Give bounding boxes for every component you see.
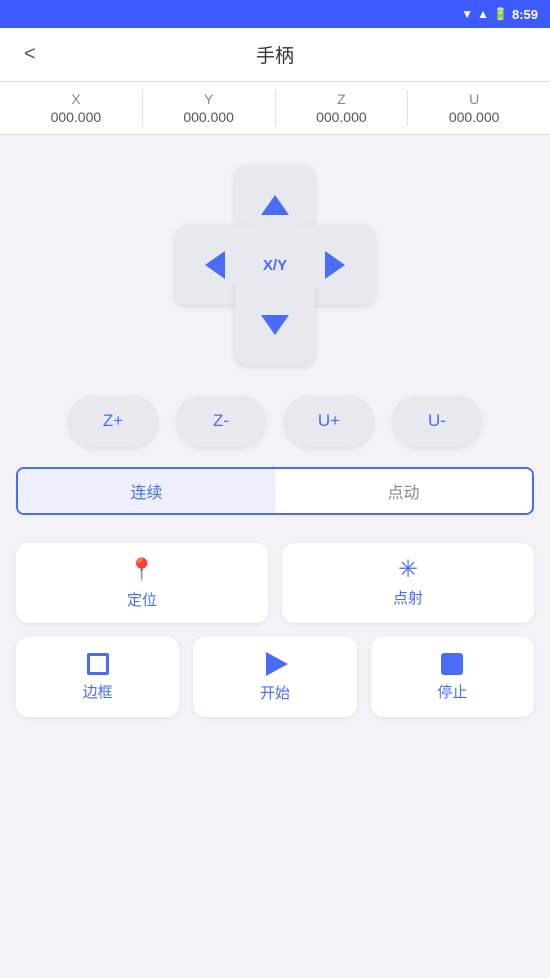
- locate-button[interactable]: 📍 定位: [16, 543, 268, 623]
- continuous-mode-button[interactable]: 连续: [18, 469, 275, 513]
- up-arrow-icon: [261, 195, 289, 215]
- battery-icon: 🔋: [493, 7, 508, 21]
- dpad-center-button[interactable]: X/Y: [235, 225, 315, 305]
- border-button[interactable]: 边框: [16, 637, 179, 717]
- down-arrow-icon: [261, 315, 289, 335]
- status-bar: ▼ ▲ 🔋 8:59: [0, 0, 550, 28]
- coord-u: U 000.000: [408, 91, 540, 125]
- action-section: 📍 定位 点射 边框 开始 停止: [0, 515, 550, 733]
- right-arrow-icon: [325, 251, 345, 279]
- coords-bar: X 000.000 Y 000.000 Z 000.000 U 000.000: [0, 82, 550, 135]
- wifi-icon: ▼: [461, 7, 473, 21]
- dpad-section: X/Y: [0, 135, 550, 385]
- shoot-button[interactable]: 点射: [282, 543, 534, 623]
- stop-button[interactable]: 停止: [371, 637, 534, 717]
- coord-x-value: 000.000: [51, 109, 102, 125]
- coord-z-value: 000.000: [316, 109, 367, 125]
- location-icon: 📍: [128, 557, 155, 583]
- left-arrow-icon: [205, 251, 225, 279]
- shoot-label: 点射: [393, 587, 423, 608]
- coord-z: Z 000.000: [276, 91, 408, 125]
- shoot-icon: [397, 559, 419, 581]
- action-row-1: 📍 定位 点射: [16, 543, 534, 623]
- coord-x-label: X: [71, 91, 80, 107]
- z-minus-button[interactable]: Z-: [176, 395, 266, 447]
- dpad-center-label: X/Y: [263, 257, 287, 274]
- stop-label: 停止: [437, 681, 467, 702]
- coord-z-label: Z: [337, 91, 346, 107]
- coord-u-value: 000.000: [449, 109, 500, 125]
- jog-mode-button[interactable]: 点动: [275, 469, 532, 513]
- back-button[interactable]: <: [16, 39, 44, 70]
- header: < 手柄: [0, 28, 550, 82]
- u-plus-button[interactable]: U+: [284, 395, 374, 447]
- coord-y-value: 000.000: [183, 109, 234, 125]
- coord-y-label: Y: [204, 91, 213, 107]
- action-row-2: 边框 开始 停止: [16, 637, 534, 717]
- dpad: X/Y: [175, 165, 375, 365]
- border-label: 边框: [83, 681, 113, 702]
- start-label: 开始: [260, 682, 290, 703]
- status-time: 8:59: [512, 7, 538, 22]
- locate-label: 定位: [127, 589, 157, 610]
- control-buttons: Z+ Z- U+ U-: [0, 385, 550, 467]
- coord-y: Y 000.000: [143, 91, 275, 125]
- status-icons: ▼ ▲ 🔋 8:59: [461, 7, 538, 22]
- dpad-cross: X/Y: [175, 165, 375, 365]
- border-icon: [87, 653, 109, 675]
- coord-u-label: U: [469, 91, 479, 107]
- u-minus-button[interactable]: U-: [392, 395, 482, 447]
- mode-toggle: 连续 点动: [16, 467, 534, 515]
- z-plus-button[interactable]: Z+: [68, 395, 158, 447]
- signal-icon: ▲: [477, 7, 489, 21]
- coord-x: X 000.000: [10, 91, 142, 125]
- stop-icon: [441, 653, 463, 675]
- start-button[interactable]: 开始: [193, 637, 356, 717]
- page-title: 手柄: [256, 41, 294, 68]
- play-icon: [266, 652, 288, 676]
